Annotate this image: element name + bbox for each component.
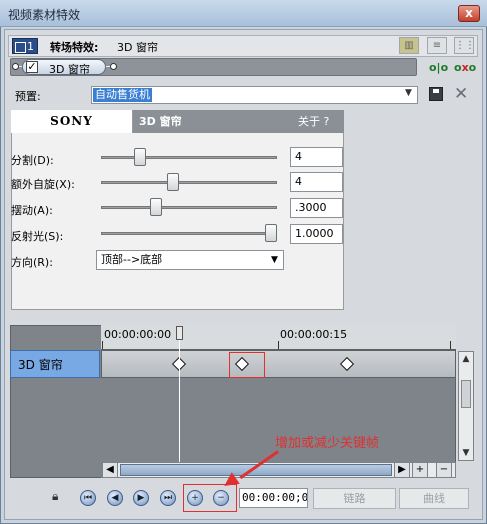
scroll-down-icon[interactable]: ▼ (459, 447, 473, 459)
preset-label: 预置: (15, 90, 41, 103)
spin-slider[interactable] (101, 181, 277, 184)
swing-input[interactable]: .3000 (290, 198, 343, 218)
chevron-down-icon[interactable]: ▼ (405, 88, 412, 98)
param-label-split: 分割(D): (11, 154, 54, 167)
window-title: 视频素材特效 (8, 8, 81, 22)
effect-type-value: 3D 窗帘 (117, 41, 158, 54)
zoom-out-icon[interactable]: − (436, 462, 452, 478)
lock-icon[interactable]: 🔒︎ (52, 489, 58, 504)
zoom-in-icon[interactable]: + (412, 462, 428, 478)
sync-button[interactable]: 链路 (313, 488, 396, 509)
reflect-input[interactable]: 1.0000 (290, 224, 343, 244)
last-keyframe-icon[interactable]: ⏭ (160, 490, 176, 506)
close-button[interactable]: x (458, 5, 480, 22)
preset-value[interactable]: 自动售货机 (93, 88, 152, 102)
keyframe-buttons-highlight (183, 484, 237, 512)
playhead-handle[interactable] (176, 326, 183, 340)
scroll-right-icon[interactable]: ▶ (394, 462, 410, 478)
direction-dropdown[interactable]: 顶部-->底部 (96, 250, 284, 270)
first-keyframe-icon[interactable]: ⏮ (80, 490, 96, 506)
effect-type-label: 转场特效: (50, 41, 99, 54)
swing-slider-thumb[interactable] (150, 198, 163, 216)
chain-item-label: 3D 窗帘 (49, 63, 90, 76)
view-grid-icon[interactable]: ⋮⋮ (454, 37, 475, 54)
keyframe-highlight (229, 352, 265, 378)
split-input[interactable]: 4 (290, 147, 343, 167)
track-icon (15, 42, 26, 53)
ruler-label-15: 00:00:00:15 (280, 328, 348, 341)
scroll-left-icon[interactable]: ◀ (102, 462, 118, 478)
spin-input[interactable]: 4 (290, 172, 343, 192)
chain-item-checkbox[interactable]: ✓ (26, 61, 38, 73)
sony-logo: SONY (11, 110, 133, 133)
track-name[interactable]: 3D 窗帘 (10, 350, 100, 378)
param-label-direction: 方向(R): (11, 256, 53, 269)
chain-start-node (12, 63, 19, 70)
split-slider[interactable] (101, 156, 277, 159)
view-large-icon[interactable]: ▥ (399, 37, 419, 54)
playhead-line[interactable] (179, 336, 180, 478)
time-input[interactable]: 00:00:00;06 (239, 488, 308, 508)
spin-slider-thumb[interactable] (166, 173, 179, 191)
ruler-tick (278, 341, 279, 349)
chain-end-node (110, 63, 117, 70)
delete-preset-icon[interactable]: ✕ (454, 84, 468, 104)
prev-keyframe-icon[interactable]: ◀ (107, 490, 123, 506)
reflect-slider[interactable] (101, 232, 277, 235)
param-label-spin: 额外自旋(X): (11, 178, 75, 191)
scroll-up-icon[interactable]: ▲ (459, 353, 473, 365)
ruler-label-start: 00:00:00:00 (104, 328, 172, 341)
annotation-text: 增加或减少关键帧 (275, 436, 380, 451)
swing-slider[interactable] (101, 206, 277, 209)
track-number: 1 (27, 40, 34, 53)
keyframe-track[interactable] (101, 350, 456, 378)
plugin-chain-icon[interactable]: o|o (429, 61, 448, 74)
param-label-reflect: 反射光(S): (11, 230, 64, 243)
next-keyframe-icon[interactable]: ▶ (133, 490, 149, 506)
track-badge[interactable]: 1 (12, 38, 38, 54)
ruler-tick (102, 341, 103, 349)
param-label-swing: 摆动(A): (11, 204, 53, 217)
remove-plugin-icon[interactable]: oxo (454, 61, 476, 74)
view-list-icon[interactable]: ≡ (427, 37, 447, 54)
curve-button[interactable]: 曲线 (399, 488, 469, 509)
save-preset-icon[interactable] (429, 87, 443, 101)
reflect-slider-thumb[interactable] (265, 224, 277, 242)
split-slider-thumb[interactable] (133, 148, 146, 166)
about-button[interactable]: 关于 ? (298, 110, 329, 133)
chevron-down-icon[interactable]: ▼ (271, 255, 278, 265)
ruler-tick (450, 341, 451, 349)
vertical-scroll-thumb[interactable] (461, 380, 471, 408)
